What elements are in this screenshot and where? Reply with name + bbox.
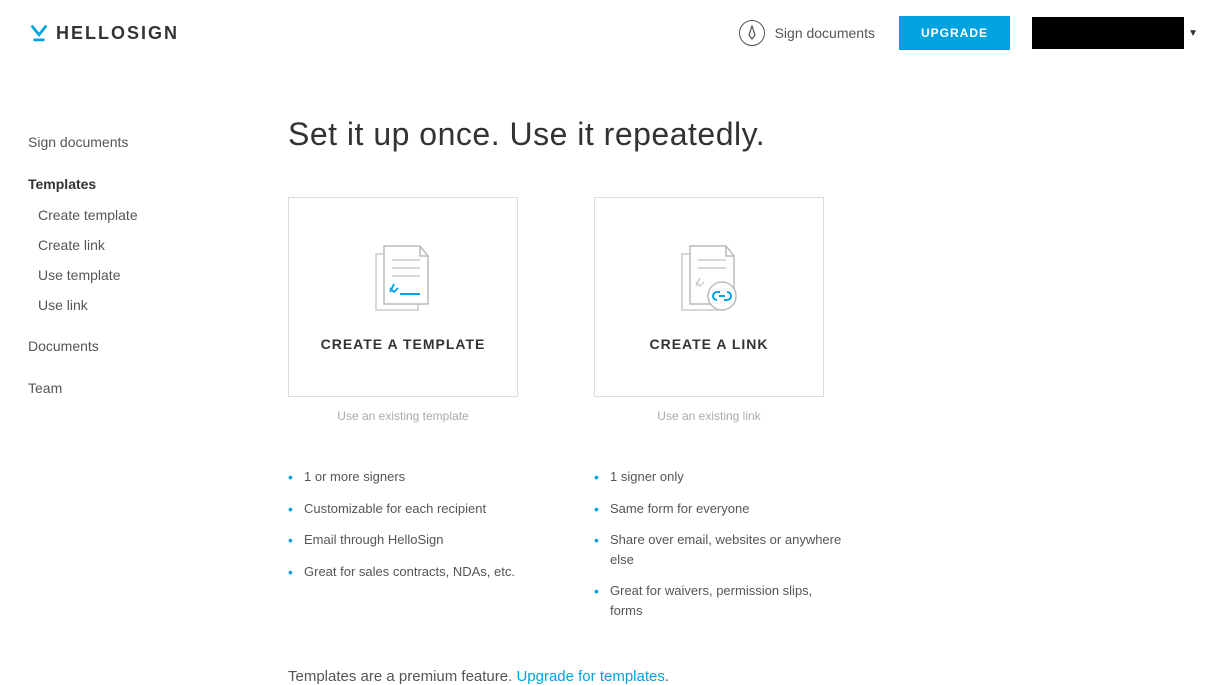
create-link-title: CREATE A LINK xyxy=(649,336,768,352)
create-template-title: CREATE A TEMPLATE xyxy=(321,336,486,352)
logo-mark-icon xyxy=(28,22,50,44)
create-link-card[interactable]: CREATE A LINK xyxy=(594,197,824,397)
account-menu[interactable]: ▼ xyxy=(1032,17,1184,49)
header-sign-documents[interactable]: Sign documents xyxy=(739,20,875,46)
list-item: Customizable for each recipient xyxy=(288,499,538,519)
logo[interactable]: HELLOSIGN xyxy=(28,22,179,44)
list-item: 1 signer only xyxy=(594,467,844,487)
chevron-down-icon: ▼ xyxy=(1188,28,1198,39)
logo-text: HELLOSIGN xyxy=(56,23,179,44)
list-item: Email through HelloSign xyxy=(288,530,538,550)
sidebar-item-use-template[interactable]: Use template xyxy=(38,260,258,290)
document-template-icon xyxy=(372,242,434,316)
sidebar-item-create-link[interactable]: Create link xyxy=(38,230,258,260)
page-title: Set it up once. Use it repeatedly. xyxy=(288,116,1184,153)
sidebar-item-team[interactable]: Team xyxy=(28,372,258,404)
sidebar-item-create-template[interactable]: Create template xyxy=(38,200,258,230)
document-link-icon xyxy=(678,242,740,316)
sidebar-item-use-link[interactable]: Use link xyxy=(38,290,258,320)
list-item: Great for sales contracts, NDAs, etc. xyxy=(288,562,538,582)
create-template-card[interactable]: CREATE A TEMPLATE xyxy=(288,197,518,397)
use-existing-template-link[interactable]: Use an existing template xyxy=(288,409,518,423)
sidebar-item-sign-documents[interactable]: Sign documents xyxy=(28,126,258,158)
use-existing-link-link[interactable]: Use an existing link xyxy=(594,409,824,423)
sidebar-item-documents[interactable]: Documents xyxy=(28,330,258,362)
upgrade-button[interactable]: UPGRADE xyxy=(899,16,1010,50)
list-item: Share over email, websites or anywhere e… xyxy=(594,530,844,569)
sidebar: Sign documents Templates Create template… xyxy=(28,66,258,685)
main-content: Set it up once. Use it repeatedly. xyxy=(258,66,1184,685)
list-item: Great for waivers, permission slips, for… xyxy=(594,581,844,620)
header: HELLOSIGN Sign documents UPGRADE ▼ xyxy=(0,0,1212,66)
header-sign-documents-label: Sign documents xyxy=(775,25,875,41)
premium-text: Templates are a premium feature. xyxy=(288,668,516,685)
list-item: 1 or more signers xyxy=(288,467,538,487)
upgrade-for-templates-link[interactable]: Upgrade for templates xyxy=(516,668,664,685)
link-features-list: 1 signer only Same form for everyone Sha… xyxy=(594,467,844,620)
template-features-list: 1 or more signers Customizable for each … xyxy=(288,467,538,581)
pen-icon xyxy=(739,20,765,46)
premium-notice: Templates are a premium feature. Upgrade… xyxy=(288,668,1184,685)
list-item: Same form for everyone xyxy=(594,499,844,519)
sidebar-item-templates[interactable]: Templates xyxy=(28,168,258,200)
